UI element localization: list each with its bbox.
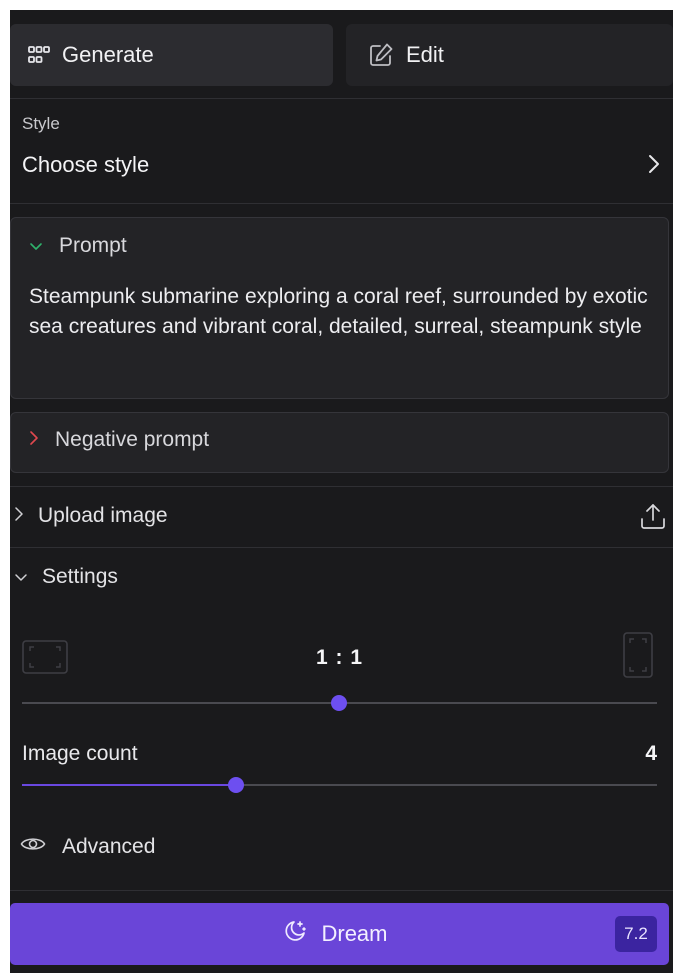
chevron-right-icon	[29, 428, 39, 452]
negative-prompt-label: Negative prompt	[55, 428, 210, 451]
image-count-label: Image count	[22, 742, 138, 765]
upload-image-toggle[interactable]: Upload image	[14, 504, 168, 528]
advanced-label: Advanced	[62, 835, 156, 858]
settings-label: Settings	[42, 565, 118, 588]
eye-icon	[20, 835, 46, 859]
moon-stars-icon	[283, 919, 307, 949]
divider	[10, 547, 673, 548]
prompt-card: Prompt Steampunk submarine exploring a c…	[10, 217, 669, 399]
aspect-ratio-thumb[interactable]	[331, 695, 347, 711]
divider	[10, 486, 673, 487]
dream-cost-badge: 7.2	[615, 916, 657, 952]
style-label: Style	[22, 114, 60, 133]
tab-generate[interactable]: Generate	[10, 24, 333, 86]
chevron-right-icon	[14, 504, 24, 528]
portrait-ratio-icon[interactable]	[623, 632, 653, 683]
dream-label: Dream	[321, 921, 388, 946]
style-value: Choose style	[22, 152, 150, 177]
prompt-header[interactable]: Prompt	[29, 234, 127, 258]
aspect-ratio-value: 1 : 1	[316, 646, 364, 669]
chevron-down-icon	[29, 234, 43, 258]
tab-edit-label: Edit	[406, 42, 444, 67]
dream-button[interactable]: Dream 7.2	[10, 903, 669, 965]
mode-tabs: Generate Edit	[10, 24, 673, 86]
divider	[10, 203, 673, 204]
image-count-thumb[interactable]	[228, 777, 244, 793]
prompt-header-label: Prompt	[59, 234, 127, 257]
upload-image-label: Upload image	[38, 504, 168, 527]
prompt-textarea[interactable]: Steampunk submarine exploring a coral re…	[29, 282, 657, 342]
image-count-value: 4	[645, 742, 657, 765]
tab-generate-label: Generate	[62, 42, 154, 67]
landscape-ratio-icon[interactable]	[22, 640, 68, 679]
generation-panel: Generate Edit Style Choose style Prompt …	[10, 10, 673, 973]
settings-toggle[interactable]: Settings	[14, 565, 118, 589]
advanced-toggle[interactable]: Advanced	[20, 835, 155, 859]
pencil-square-icon	[368, 42, 394, 68]
divider	[10, 98, 673, 99]
image-count-fill	[22, 784, 236, 786]
grid-icon	[28, 46, 50, 64]
chevron-down-icon	[14, 565, 28, 589]
divider	[10, 890, 673, 891]
negative-prompt-card[interactable]: Negative prompt	[10, 412, 669, 473]
chevron-right-icon	[647, 153, 661, 180]
upload-icon[interactable]	[639, 501, 667, 536]
negative-prompt-header[interactable]: Negative prompt	[29, 428, 209, 452]
tab-edit[interactable]: Edit	[346, 24, 673, 86]
